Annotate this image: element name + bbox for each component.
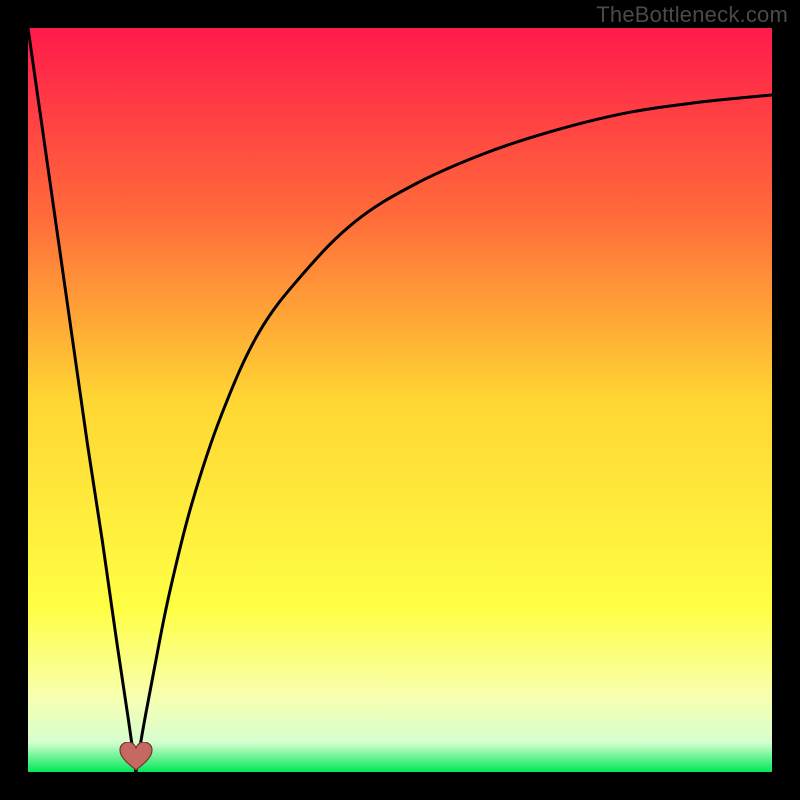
plot-area bbox=[28, 28, 772, 772]
chart-root: TheBottleneck.com bbox=[0, 0, 800, 800]
gradient-background bbox=[28, 28, 772, 772]
watermark-label: TheBottleneck.com bbox=[596, 2, 788, 28]
plot-svg bbox=[28, 28, 772, 772]
